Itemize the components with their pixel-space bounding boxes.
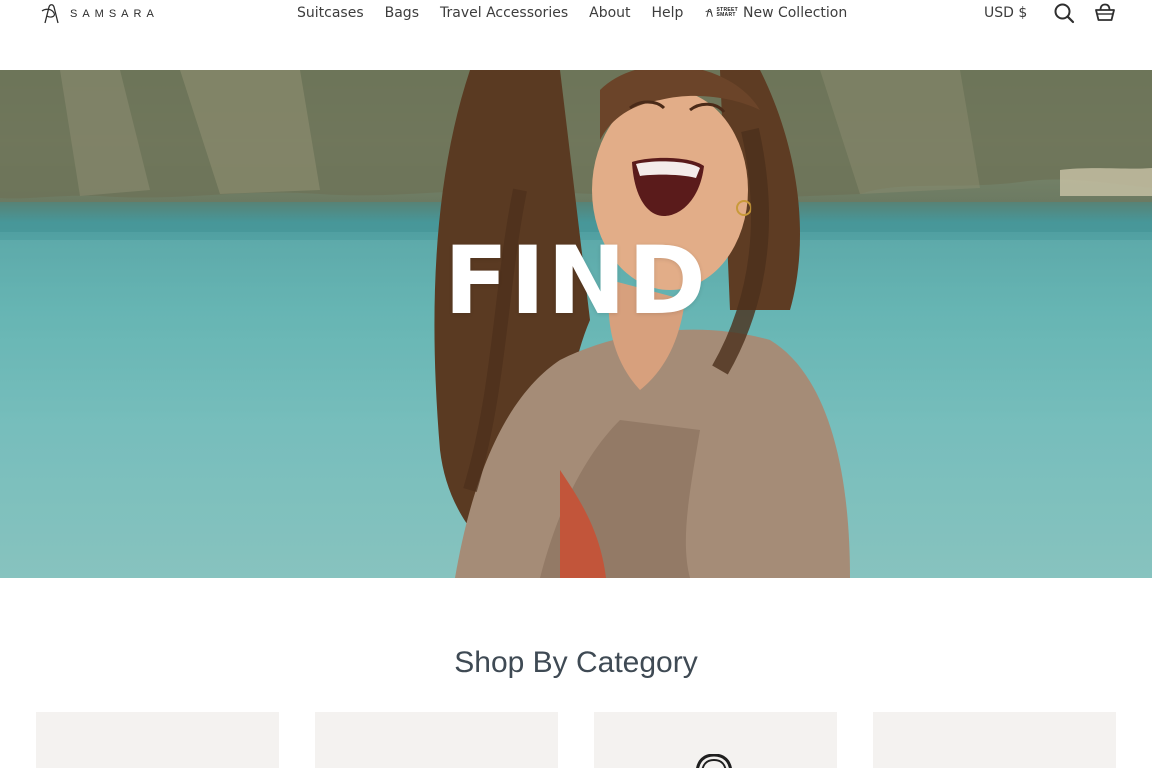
nav-item-suitcases[interactable]: Suitcases xyxy=(297,5,364,21)
logo[interactable]: SAMSARA xyxy=(38,2,159,26)
nav-item-about[interactable]: About xyxy=(589,5,630,21)
basket-icon[interactable] xyxy=(1094,2,1116,24)
samsara-logo-icon xyxy=(41,4,59,24)
hero-banner[interactable]: FIND xyxy=(0,70,1152,578)
bag-handle-icon xyxy=(696,754,732,768)
category-card-1[interactable] xyxy=(36,712,279,768)
currency-selector[interactable]: USD $ xyxy=(984,3,1027,23)
samsara-logo-small-icon xyxy=(705,8,714,17)
street-smart-badge: STREET SMART xyxy=(704,8,738,18)
category-card-3[interactable] xyxy=(594,712,837,768)
nav-item-new-collection-label: New Collection xyxy=(742,5,848,21)
search-icon[interactable] xyxy=(1053,2,1075,24)
brand-name: SAMSARA xyxy=(70,8,159,20)
nav-item-new-collection[interactable]: STREET SMART New Collection xyxy=(704,5,847,21)
category-card-2[interactable] xyxy=(315,712,558,768)
nav-item-bags[interactable]: Bags xyxy=(385,5,419,21)
category-cards xyxy=(36,712,1116,768)
nav-item-help[interactable]: Help xyxy=(652,5,684,21)
nav-item-travel-accessories[interactable]: Travel Accessories xyxy=(440,5,568,21)
category-card-4[interactable] xyxy=(873,712,1116,768)
badge-line-2: SMART xyxy=(716,12,736,18)
shop-by-category-title: Shop By Category xyxy=(454,646,698,679)
site-header: SAMSARA Suitcases Bags Travel Accessorie… xyxy=(0,0,1152,70)
hero-headline: FIND xyxy=(444,227,708,336)
main-nav: Suitcases Bags Travel Accessories About … xyxy=(297,3,847,23)
